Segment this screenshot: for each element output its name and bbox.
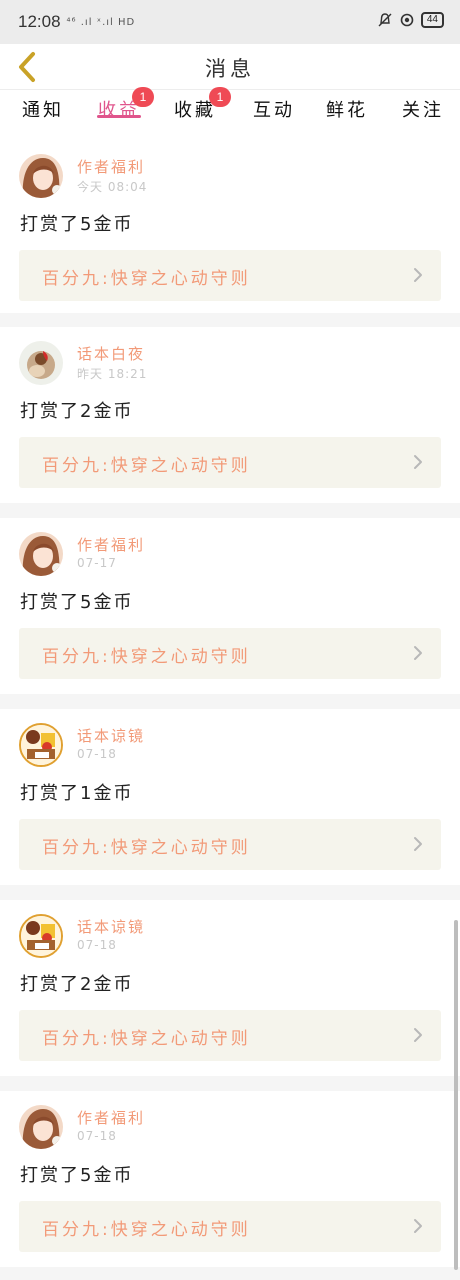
active-tab-indicator xyxy=(97,115,141,118)
book-link[interactable]: 百分九:快穿之心动守则 xyxy=(19,1010,441,1061)
book-link[interactable]: 百分九:快穿之心动守则 xyxy=(19,1201,441,1252)
timestamp: 07-18 xyxy=(77,747,117,761)
avatar[interactable] xyxy=(19,341,63,385)
tab-label: 互动 xyxy=(253,100,295,121)
message-item: 作者福利 07-18 打赏了5金币 百分九:快穿之心动守则 xyxy=(0,1091,460,1267)
message-item: 话本白夜 昨天 18:21 打赏了2金币 百分九:快穿之心动守则 xyxy=(0,327,460,503)
alarm-icon xyxy=(399,12,415,28)
message-list: 作者福利 今天 08:04 打赏了5金币 百分九:快穿之心动守则 话本白夜 昨天… xyxy=(0,140,460,1280)
book-link[interactable]: 百分九:快穿之心动守则 xyxy=(19,437,441,488)
message-item: 话本谅镜 07-18 打赏了2金币 百分九:快穿之心动守则 xyxy=(0,900,460,1076)
tab-bar: 通知 收益 1 收藏 1 互动 鲜花 关注 xyxy=(0,87,460,140)
message-item: 作者福利 今天 08:04 打赏了5金币 百分九:快穿之心动守则 xyxy=(0,140,460,313)
author-name[interactable]: 话本白夜 xyxy=(77,343,145,364)
message-text: 打赏了5金币 xyxy=(20,214,134,235)
tab-favorites[interactable]: 收藏 1 xyxy=(170,87,231,122)
timestamp: 昨天 18:21 xyxy=(77,367,148,381)
tab-label: 收藏 xyxy=(174,100,216,121)
tab-earnings[interactable]: 收益 1 xyxy=(94,87,154,122)
message-text: 打赏了5金币 xyxy=(20,592,134,613)
avatar[interactable] xyxy=(19,723,63,767)
chevron-right-icon xyxy=(414,837,422,851)
author-name[interactable]: 作者福利 xyxy=(77,156,145,177)
header: 消息 xyxy=(0,44,460,90)
tab-label: 通知 xyxy=(22,100,64,121)
tab-label: 关注 xyxy=(402,100,444,121)
timestamp: 07-17 xyxy=(77,556,117,570)
chevron-right-icon xyxy=(414,646,422,660)
chevron-right-icon xyxy=(414,1028,422,1042)
timestamp: 今天 08:04 xyxy=(77,180,148,194)
chevron-right-icon xyxy=(414,1219,422,1233)
book-link[interactable]: 百分九:快穿之心动守则 xyxy=(19,250,441,301)
page-title: 消息 xyxy=(205,57,255,81)
unread-badge: 1 xyxy=(132,87,154,107)
status-bar: 12:08 ⁴⁶ .ıl ˣ.ıl HD 44 xyxy=(0,0,460,44)
message-text: 打赏了5金币 xyxy=(20,1165,134,1186)
timestamp: 07-18 xyxy=(77,938,117,952)
book-link[interactable]: 百分九:快穿之心动守则 xyxy=(19,819,441,870)
avatar[interactable] xyxy=(19,532,63,576)
battery-icon: 44 xyxy=(420,12,444,28)
book-title: 百分九:快穿之心动守则 xyxy=(42,838,251,858)
book-title: 百分九:快穿之心动守则 xyxy=(42,269,251,289)
tab-notify[interactable]: 通知 xyxy=(18,90,68,122)
message-text: 打赏了1金币 xyxy=(20,783,134,804)
tab-interactions[interactable]: 互动 xyxy=(249,90,299,122)
signal-indicator: ⁴⁶ .ıl ˣ.ıl HD xyxy=(66,16,136,28)
message-item: 作者福利 07-17 打赏了5金币 百分九:快穿之心动守则 xyxy=(0,518,460,694)
message-text: 打赏了2金币 xyxy=(20,974,134,995)
timestamp: 07-18 xyxy=(77,1129,117,1143)
chevron-right-icon xyxy=(414,268,422,282)
tab-flowers[interactable]: 鲜花 xyxy=(322,90,372,122)
message-item: 话本谅镜 07-18 打赏了1金币 百分九:快穿之心动守则 xyxy=(0,709,460,885)
avatar[interactable] xyxy=(19,1105,63,1149)
status-time: 12:08 xyxy=(18,12,61,31)
message-text: 打赏了2金币 xyxy=(20,401,134,422)
book-title: 百分九:快穿之心动守则 xyxy=(42,1029,251,1049)
author-name[interactable]: 作者福利 xyxy=(77,1107,145,1128)
author-name[interactable]: 话本谅镜 xyxy=(77,725,145,746)
book-title: 百分九:快穿之心动守则 xyxy=(42,456,251,476)
tab-label: 鲜花 xyxy=(326,100,368,121)
mute-bell-icon xyxy=(377,12,393,28)
unread-badge: 1 xyxy=(209,87,231,107)
scrollbar[interactable] xyxy=(454,920,458,1270)
avatar[interactable] xyxy=(19,914,63,958)
book-title: 百分九:快穿之心动守则 xyxy=(42,647,251,667)
chevron-right-icon xyxy=(414,455,422,469)
avatar[interactable] xyxy=(19,154,63,198)
status-icons: 44 xyxy=(377,12,444,28)
author-name[interactable]: 作者福利 xyxy=(77,534,145,555)
book-link[interactable]: 百分九:快穿之心动守则 xyxy=(19,628,441,679)
tab-follows[interactable]: 关注 xyxy=(398,90,448,122)
book-title: 百分九:快穿之心动守则 xyxy=(42,1220,251,1240)
author-name[interactable]: 话本谅镜 xyxy=(77,916,145,937)
